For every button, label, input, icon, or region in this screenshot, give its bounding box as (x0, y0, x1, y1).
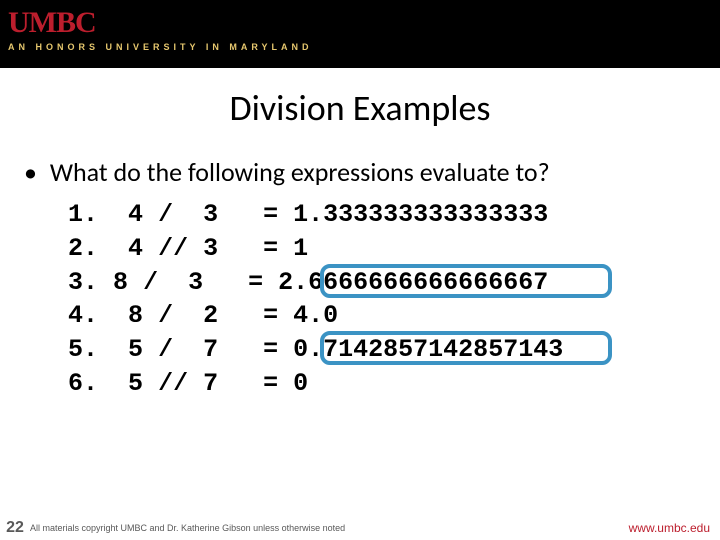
code-block: 1. 4 / 3 = 1.333333333333333 2. 4 // 3 =… (68, 198, 720, 401)
tagline: AN HONORS UNIVERSITY IN MARYLAND (8, 42, 720, 52)
code-row: 3. 8 / 3 = 2.6666666666666667 (68, 266, 720, 300)
prompt-line: • What do the following expressions eval… (24, 156, 720, 188)
footer: 22 All materials copyright UMBC and Dr. … (0, 516, 720, 540)
code-row: 2. 4 // 3 = 1 (68, 232, 720, 266)
copyright-text: All materials copyright UMBC and Dr. Kat… (30, 523, 629, 533)
code-row: 1. 4 / 3 = 1.333333333333333 (68, 198, 720, 232)
bullet-icon: • (24, 156, 44, 188)
code-row: 6. 5 // 7 = 0 (68, 367, 720, 401)
footer-url: www.umbc.edu (629, 521, 720, 535)
slide-number: 22 (0, 519, 30, 537)
code-row: 4. 8 / 2 = 4.0 (68, 299, 720, 333)
slide-title: Division Examples (0, 86, 720, 130)
code-row: 5. 5 / 7 = 0.7142857142857143 (68, 333, 720, 367)
header-bar: UMBC AN HONORS UNIVERSITY IN MARYLAND (0, 0, 720, 68)
umbc-logo: UMBC (8, 6, 720, 40)
prompt-text: What do the following expressions evalua… (50, 156, 550, 188)
